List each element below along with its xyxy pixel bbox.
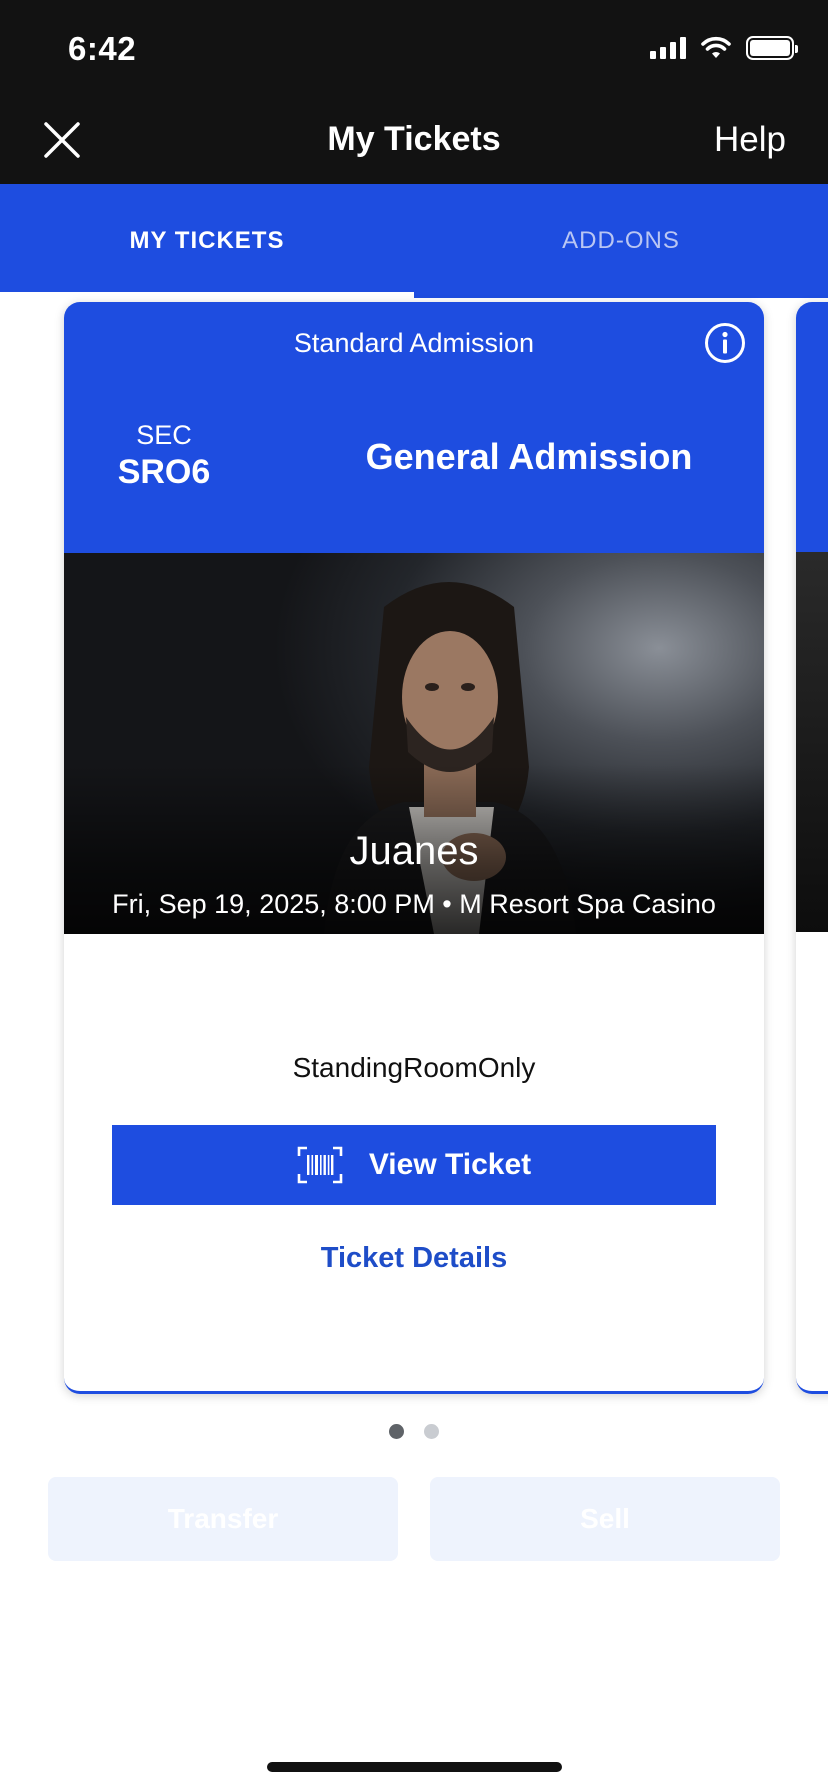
page-dot-2[interactable] <box>424 1424 439 1439</box>
home-indicator <box>267 1762 562 1772</box>
signal-icon <box>650 37 686 59</box>
status-icons <box>650 36 798 60</box>
tab-add-ons[interactable]: ADD-ONS <box>414 184 828 298</box>
transfer-button[interactable]: Transfer <box>48 1477 398 1561</box>
ticket-card[interactable]: Standard Admission SEC SRO6 General Admi… <box>64 302 764 1394</box>
tab-bar: MY TICKETS ADD-ONS <box>0 184 828 298</box>
section-label: SEC <box>136 420 192 450</box>
wifi-icon <box>701 36 731 58</box>
nav-bar: My Tickets Help <box>0 92 828 184</box>
view-ticket-label: View Ticket <box>368 1148 532 1181</box>
ticket-details-link[interactable]: Ticket Details <box>64 1242 764 1275</box>
seat-note: StandingRoomOnly <box>292 1052 536 1083</box>
status-bar: 6:42 <box>0 0 828 92</box>
tab-my-tickets[interactable]: MY TICKETS <box>0 184 414 298</box>
screen: 6:42 My Tickets Help MY TICKETS ADD-ONS … <box>0 0 828 1792</box>
view-ticket-button[interactable]: View Ticket <box>112 1125 716 1205</box>
page-dot-1[interactable] <box>389 1424 404 1439</box>
section-value: SRO6 <box>117 453 211 491</box>
ticket-header: Standard Admission SEC SRO6 General Admi… <box>64 302 764 553</box>
area-name: General Admission <box>365 436 693 477</box>
info-icon[interactable] <box>704 322 746 364</box>
status-time: 6:42 <box>68 30 137 67</box>
page-title: My Tickets <box>327 120 501 158</box>
artist-name: Juanes <box>349 829 479 873</box>
event-image: Juanes Fri, Sep 19, 2025, 8:00 PM • M Re… <box>64 553 764 934</box>
battery-icon <box>746 36 798 60</box>
ticket-body: StandingRoomOnly View Ticket Ticket Deta… <box>64 934 764 1391</box>
barcode-icon <box>297 1146 343 1184</box>
sell-button[interactable]: Sell <box>430 1477 780 1561</box>
pagination-dots <box>0 1424 828 1439</box>
section-block: SEC SRO6 <box>104 420 224 492</box>
next-ticket-card[interactable] <box>796 302 828 1394</box>
event-info: Fri, Sep 19, 2025, 8:00 PM • M Resort Sp… <box>112 889 716 919</box>
help-link[interactable]: Help <box>714 120 786 160</box>
admission-type: Standard Admission <box>293 328 535 358</box>
